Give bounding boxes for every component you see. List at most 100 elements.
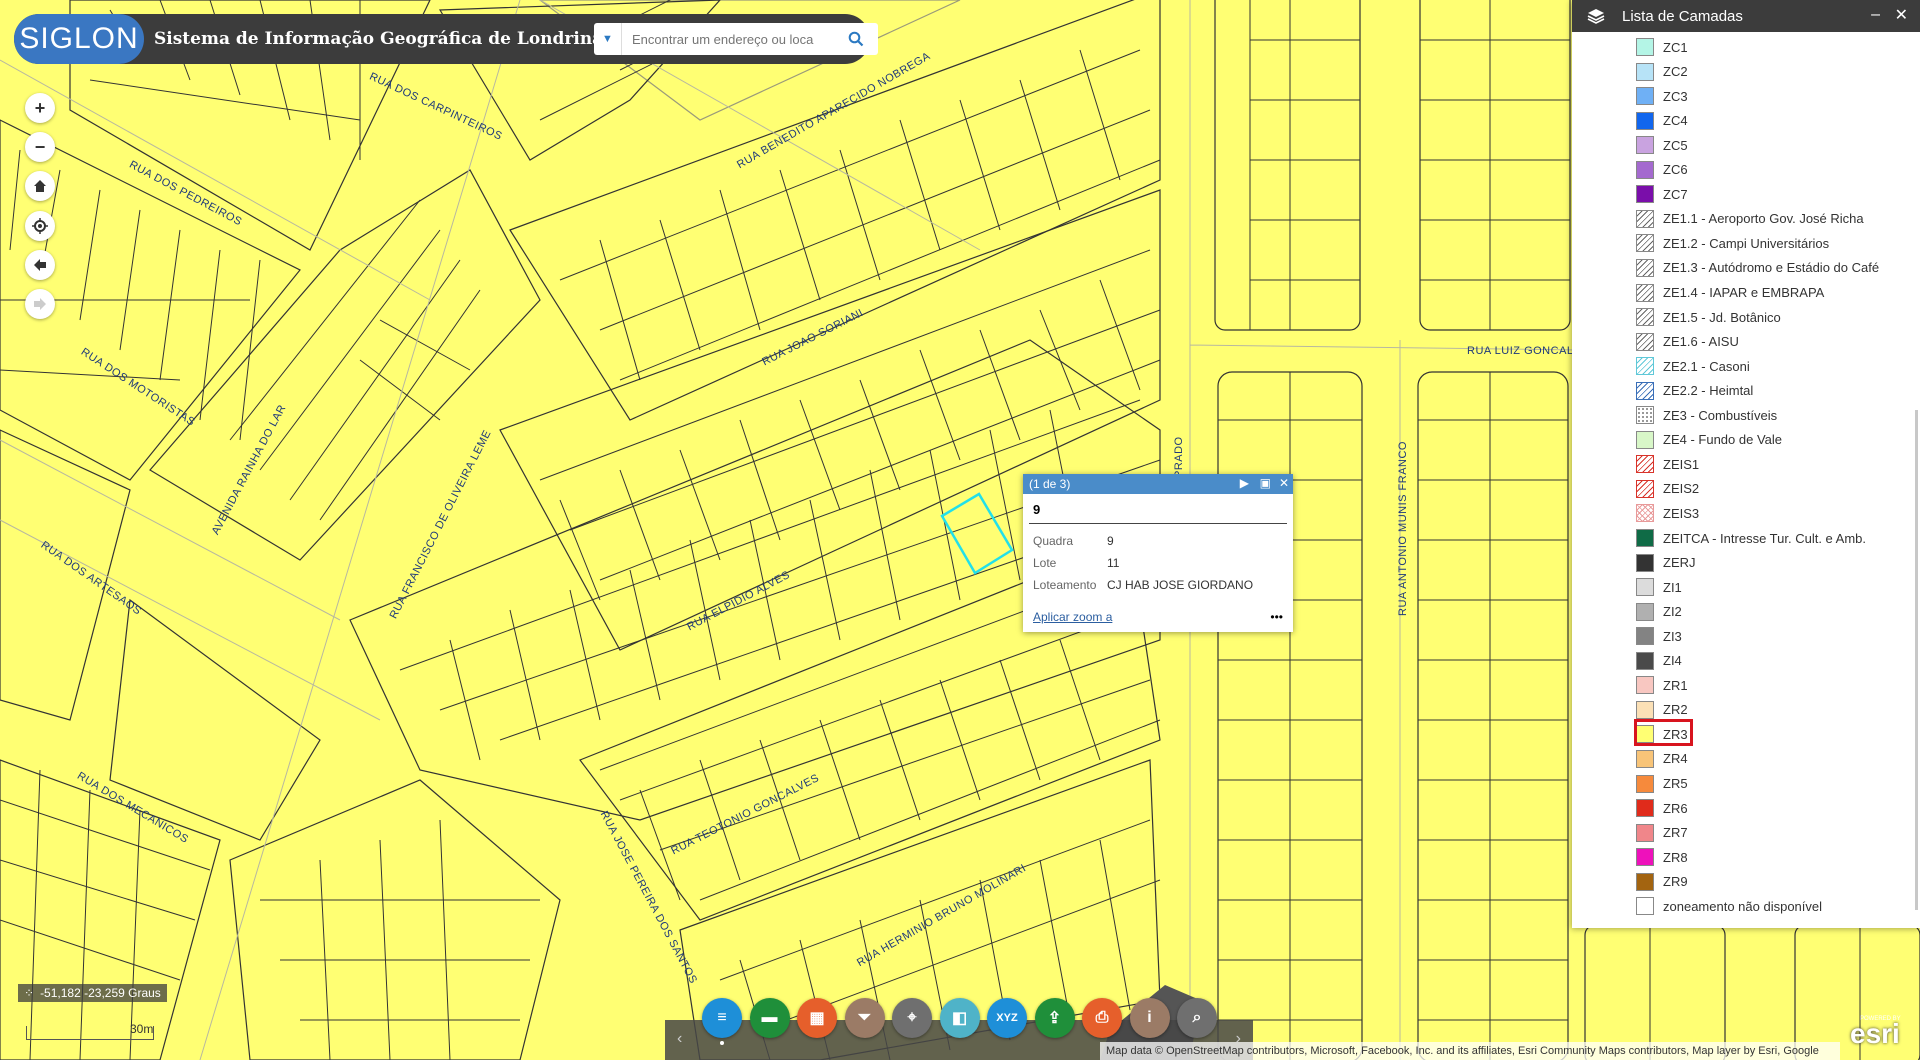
popup-header: (1 de 3) ▶ ▣ ✕ bbox=[1023, 474, 1293, 494]
legend-item: ZR7 bbox=[1636, 822, 1688, 844]
about-tool-button[interactable]: i bbox=[1129, 998, 1170, 1038]
legend-swatch bbox=[1636, 749, 1654, 768]
search-input[interactable] bbox=[632, 31, 832, 47]
legend-swatch bbox=[1636, 553, 1654, 572]
esri-logo: POWERED BY esri bbox=[1850, 1016, 1912, 1058]
legend-swatch bbox=[1636, 308, 1654, 327]
search-button[interactable] bbox=[834, 23, 878, 55]
basemap-tool-button[interactable]: ▦ bbox=[797, 998, 837, 1038]
zoom-in-button[interactable]: + bbox=[25, 93, 55, 123]
popup-title: 9 bbox=[1029, 494, 1287, 524]
locate-tool-button[interactable]: ⌖ bbox=[892, 998, 932, 1038]
arrow-left-icon bbox=[34, 259, 46, 271]
legend-item: ZR5 bbox=[1636, 773, 1688, 795]
crosshair-icon bbox=[32, 218, 48, 234]
toolbar-prev-button[interactable]: ‹ bbox=[677, 1030, 682, 1048]
legend-swatch bbox=[1636, 578, 1654, 597]
legend-item: ZR4 bbox=[1636, 748, 1688, 770]
legend-item: ZE1.2 - Campi Universitários bbox=[1636, 232, 1829, 254]
field-value: 9 bbox=[1107, 534, 1114, 548]
swipe-tool-button[interactable]: ◧ bbox=[939, 998, 980, 1038]
measure-tool-button[interactable]: ▬ bbox=[749, 998, 790, 1038]
panel-header: Lista de Camadas – ✕ bbox=[1572, 0, 1920, 32]
arrow-right-icon bbox=[34, 298, 46, 310]
panel-scrollbar[interactable] bbox=[1915, 410, 1918, 910]
feature-popup: (1 de 3) ▶ ▣ ✕ 9 Quadra 9 Lote 11 Loteam… bbox=[1023, 474, 1293, 632]
legend-item: ZI4 bbox=[1636, 650, 1682, 672]
legend-swatch bbox=[1636, 38, 1654, 56]
legend-item: ZC2 bbox=[1636, 61, 1688, 83]
filter-tool-button[interactable]: ⏷ bbox=[844, 998, 885, 1038]
more-actions-button[interactable]: ••• bbox=[1270, 610, 1283, 624]
legend-label: ZE1.1 - Aeroporto Gov. José Richa bbox=[1663, 211, 1864, 227]
popup-close-button[interactable]: ✕ bbox=[1279, 476, 1289, 490]
layer-list-panel: Lista de Camadas – ✕ ZC1 ZC2 ZC3 ZC4 ZC5 ZC6 Z… bbox=[1572, 0, 1920, 928]
legend-label: ZE1.3 - Autódromo e Estádio do Café bbox=[1663, 260, 1880, 276]
home-icon bbox=[34, 180, 46, 192]
layers-icon bbox=[1580, 8, 1612, 24]
legend-swatch bbox=[1636, 185, 1654, 204]
legend-item: ZE1.5 - Jd. Botânico bbox=[1636, 306, 1781, 328]
layers-tool-button[interactable]: ≡ bbox=[702, 998, 742, 1038]
legend-label: ZR4 bbox=[1663, 751, 1688, 767]
legend-swatch bbox=[1636, 504, 1654, 523]
legend-label: ZE3 - Combustíveis bbox=[1663, 407, 1778, 423]
legend-item: ZI3 bbox=[1636, 625, 1682, 647]
previous-extent-button[interactable] bbox=[25, 250, 55, 280]
popup-next-button[interactable]: ▶ bbox=[1240, 476, 1249, 490]
legend-item: ZC1 bbox=[1636, 36, 1688, 58]
legend-swatch bbox=[1636, 87, 1654, 106]
legend-item: ZE2.2 - Heimtal bbox=[1636, 380, 1753, 402]
popup-field-row: Quadra 9 bbox=[1023, 530, 1293, 552]
scale-label: 30m bbox=[130, 1022, 154, 1036]
legend-item: zoneamento não disponível bbox=[1636, 895, 1822, 917]
app-title: Sistema de Informação Geográfica de Lond… bbox=[154, 29, 604, 49]
legend-swatch bbox=[1636, 332, 1654, 351]
search-source-dropdown[interactable]: ▼ bbox=[594, 23, 622, 55]
legend-swatch bbox=[1636, 357, 1654, 376]
legend-label: ZE1.6 - AISU bbox=[1663, 334, 1739, 350]
legend-item: ZR9 bbox=[1636, 871, 1688, 893]
siglon-logo: SIGLON bbox=[14, 14, 144, 64]
legend-item: ZE1.6 - AISU bbox=[1636, 331, 1739, 353]
minus-icon: − bbox=[34, 136, 46, 157]
esri-logo-text: esri bbox=[1850, 1018, 1900, 1049]
panel-title: Lista de Camadas bbox=[1622, 7, 1743, 25]
home-button[interactable] bbox=[25, 171, 55, 201]
legend-item: ZR6 bbox=[1636, 797, 1688, 819]
legend-item: ZI2 bbox=[1636, 601, 1682, 623]
zoom-out-button[interactable]: − bbox=[25, 132, 55, 162]
legend-swatch bbox=[1636, 700, 1654, 719]
legend-item: ZE4 - Fundo de Vale bbox=[1636, 429, 1782, 451]
xyz-tool-button[interactable]: XYZ bbox=[987, 998, 1027, 1038]
legend-swatch bbox=[1636, 283, 1654, 302]
legend-label: ZR1 bbox=[1663, 677, 1688, 693]
popup-maximize-button[interactable]: ▣ bbox=[1260, 476, 1271, 490]
query-tool-button[interactable]: ⌕ bbox=[1177, 998, 1217, 1038]
panel-minimize-button[interactable]: – bbox=[1871, 6, 1880, 24]
legend-label: ZC1 bbox=[1663, 39, 1688, 55]
legend-item: ZEIS2 bbox=[1636, 478, 1699, 500]
xyz-icon: XYZ bbox=[996, 1012, 1018, 1024]
zoom-to-link[interactable]: Aplicar zoom a bbox=[1033, 610, 1112, 624]
popup-field-row: Loteamento CJ HAB JOSE GIORDANO bbox=[1023, 574, 1293, 596]
legend-item: ZE1.1 - Aeroporto Gov. José Richa bbox=[1636, 208, 1864, 230]
legend-label: ZR9 bbox=[1663, 874, 1688, 890]
legend-item: ZEITCA - Intresse Tur. Cult. e Amb. bbox=[1636, 527, 1866, 549]
locate-button[interactable] bbox=[25, 211, 55, 241]
legend-swatch bbox=[1636, 799, 1654, 818]
legend-item: ZC3 bbox=[1636, 85, 1688, 107]
legend-label: ZERJ bbox=[1663, 555, 1696, 571]
legend-swatch bbox=[1636, 479, 1654, 498]
legend-item: ZR1 bbox=[1636, 674, 1688, 696]
street-label: RUA ANTONIO MUNIS FRANCO bbox=[1397, 441, 1409, 616]
legend-label: ZC4 bbox=[1663, 113, 1688, 129]
popup-counter: (1 de 3) bbox=[1029, 477, 1071, 491]
field-value: CJ HAB JOSE GIORDANO bbox=[1107, 578, 1254, 592]
share-tool-button[interactable]: ⇪ bbox=[1034, 998, 1075, 1038]
next-extent-button[interactable] bbox=[25, 289, 55, 319]
legend-item: ZC4 bbox=[1636, 110, 1688, 132]
print-tool-button[interactable]: ⎙ bbox=[1082, 998, 1122, 1038]
panel-close-button[interactable]: ✕ bbox=[1895, 5, 1908, 25]
legend-swatch bbox=[1636, 872, 1654, 891]
